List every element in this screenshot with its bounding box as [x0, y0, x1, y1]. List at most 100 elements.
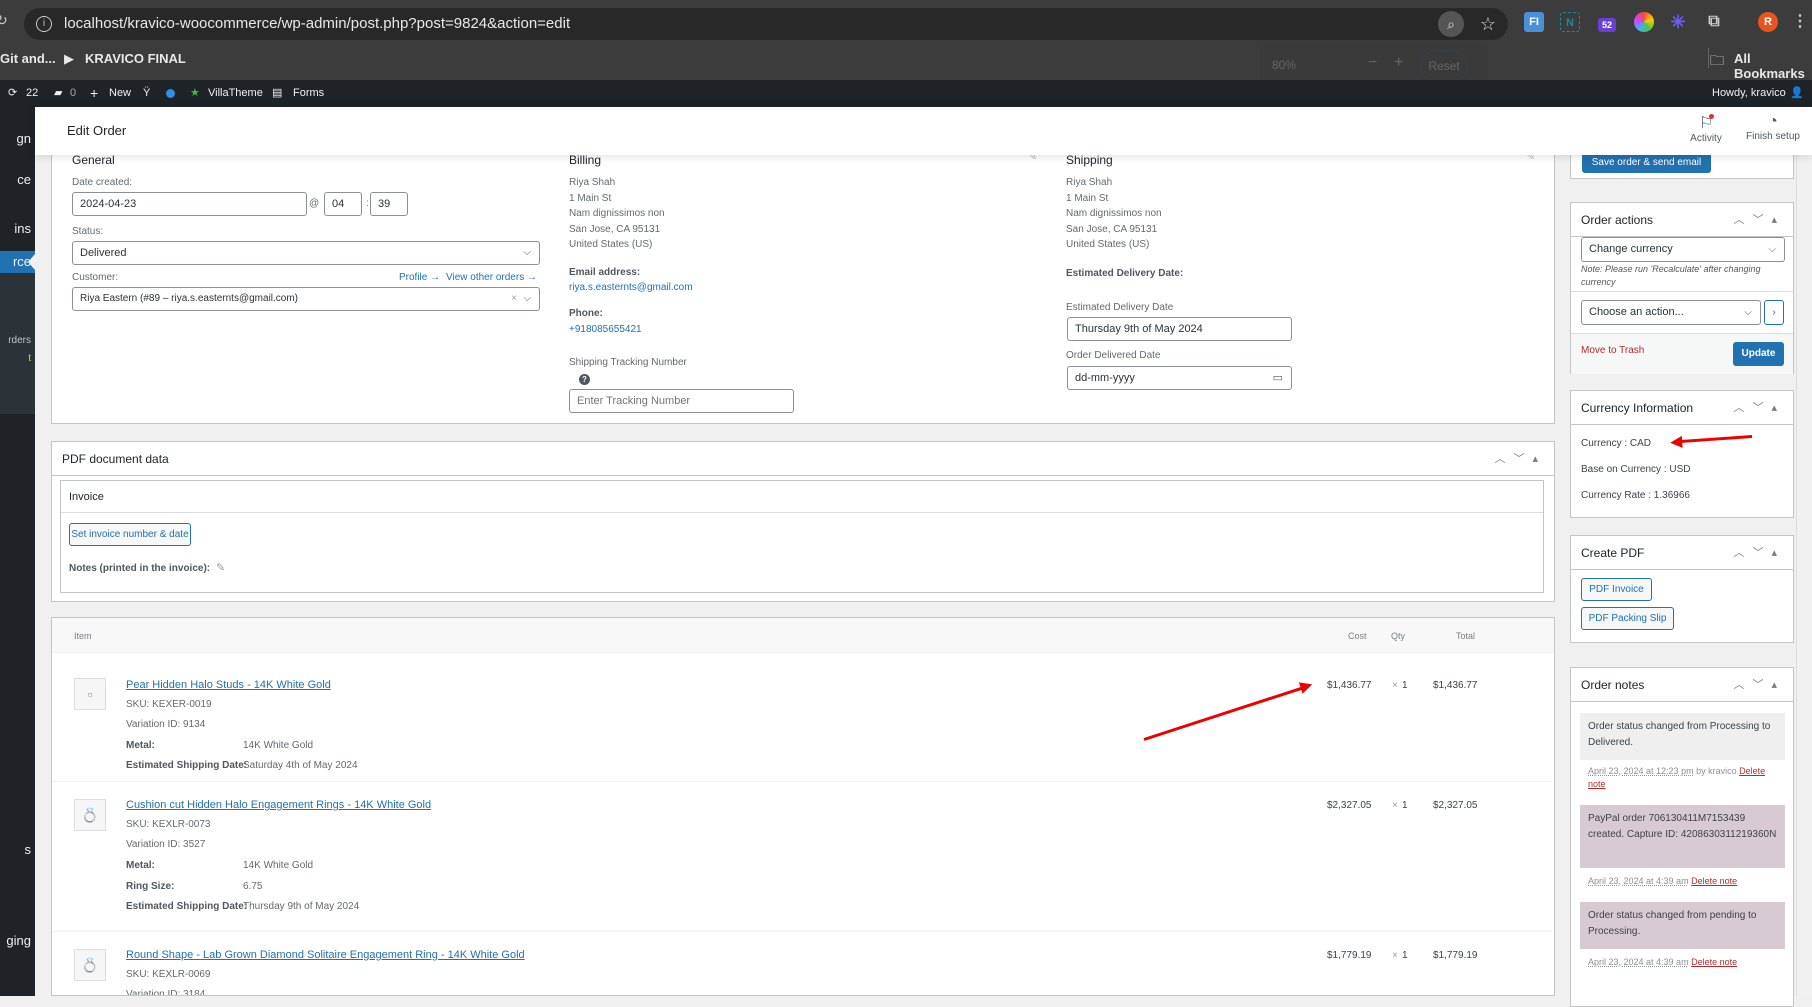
hour-input[interactable]: 04	[324, 192, 362, 216]
submenu-bg	[0, 254, 35, 414]
bookmark-folder-icon: ▶	[64, 51, 74, 66]
finish-setup-button[interactable]: ◔ Finish setup	[1741, 113, 1805, 142]
user-avatar-icon[interactable]: 👤	[1790, 80, 1804, 107]
item-qty: 1	[1402, 950, 1408, 961]
status-select[interactable]: Delivered ⌵	[72, 241, 540, 265]
activity-button[interactable]: ⚐ Activity	[1683, 113, 1729, 144]
reload-icon[interactable]: ↻	[0, 12, 8, 29]
order-notes-header[interactable]: Order notes ︿﹀▴	[1571, 668, 1793, 702]
item-meta: Metal: 14K White Gold	[126, 860, 314, 871]
minute-input[interactable]: 39	[370, 192, 408, 216]
active-indicator	[28, 254, 35, 270]
email-link[interactable]: riya.s.easternts@gmail.com	[569, 282, 693, 293]
date-created-input[interactable]: 2024-04-23	[72, 192, 307, 216]
profile-avatar[interactable]: R	[1758, 12, 1778, 32]
chevron-down-icon: ⌵	[523, 293, 531, 304]
save-send-email-button[interactable]: Save order & send email	[1582, 152, 1711, 173]
site-info-icon[interactable]: i	[36, 16, 52, 32]
currency-rate-value: Currency Rate : 1.36966	[1581, 490, 1690, 501]
extensions-puzzle-icon[interactable]: ⧉	[1704, 12, 1724, 32]
create-pdf-header[interactable]: Create PDF ︿﹀▴	[1571, 536, 1793, 570]
extension-fi-icon[interactable]: FI	[1524, 12, 1544, 32]
order-note: PayPal order 706130411M7153439 created. …	[1580, 805, 1785, 868]
clear-icon[interactable]: ×	[511, 288, 517, 310]
product-link[interactable]: Pear Hidden Halo Studs - 14K White Gold	[126, 679, 331, 691]
move-to-trash-link[interactable]: Move to Trash	[1581, 345, 1644, 356]
order-actions-panel: Order actions ︿﹀▴ Change currency ⌵ Note:…	[1570, 202, 1794, 374]
tracking-number-input[interactable]	[569, 389, 794, 413]
pdf-invoice-button[interactable]: PDF Invoice	[1581, 578, 1652, 601]
currency-select[interactable]: Change currency ⌵	[1581, 237, 1785, 262]
note-meta: April 23, 2024 at 4:39 am Delete note	[1588, 957, 1738, 967]
extension-badge-icon[interactable]: 52	[1598, 18, 1616, 32]
extension-star-icon[interactable]: ✳	[1668, 12, 1688, 32]
howdy-user[interactable]: Howdy, kravico	[1712, 80, 1786, 107]
sidebar-item-sub[interactable]: t	[0, 353, 35, 364]
browser-menu-icon[interactable]: ⋮	[1790, 12, 1810, 32]
delete-note-link[interactable]: Delete note	[1691, 876, 1737, 886]
yoast-icon[interactable]: Ÿ	[143, 80, 150, 107]
est-delivery-input[interactable]: Thursday 9th of May 2024	[1067, 317, 1292, 341]
sidebar-item-orders[interactable]: rders	[0, 335, 35, 346]
sidebar-item-s[interactable]: s	[0, 842, 35, 857]
item-total: $1,436.77	[1433, 680, 1478, 691]
order-actions-header[interactable]: Order actions ︿﹀▴	[1571, 203, 1793, 237]
pdf-data-header[interactable]: PDF document data ︿﹀▴	[52, 442, 1554, 476]
page-scrollbar[interactable]	[1796, 107, 1812, 996]
currency-note: Note: Please run 'Recalculate' after cha…	[1581, 264, 1761, 287]
delete-note-link[interactable]: Delete note	[1691, 957, 1737, 967]
calendar-icon[interactable]: ▭	[1273, 367, 1283, 389]
view-other-orders-link[interactable]: View other orders →	[446, 272, 537, 283]
update-button[interactable]: Update	[1733, 342, 1784, 366]
sidebar-item-commerce[interactable]: ce	[0, 172, 35, 187]
forms-icon: ▤	[272, 87, 283, 99]
phone-link[interactable]: +918085655421	[569, 324, 642, 335]
action-select[interactable]: Choose an action... ⌵	[1581, 300, 1761, 325]
delivered-date-input[interactable]: dd-mm-yyyy ▭	[1067, 366, 1292, 390]
address-bar[interactable]: i localhost/kravico-woocommerce/wp-admin…	[24, 8, 1508, 40]
sidebar-item-plugins[interactable]: ins	[0, 221, 35, 236]
customer-select[interactable]: Riya Eastern (#89 – riya.s.easternts@gma…	[72, 287, 540, 311]
flag-icon: ⚐	[1698, 114, 1714, 132]
updates-icon[interactable]: ⟳	[8, 80, 17, 107]
zoom-out-button[interactable]: −	[1368, 54, 1377, 72]
help-icon[interactable]: ?	[579, 374, 590, 385]
est-delivery-label: Estimated Delivery Date	[1066, 302, 1174, 313]
comments-count[interactable]: 0	[70, 80, 76, 107]
product-link[interactable]: Cushion cut Hidden Halo Engagement Rings…	[126, 799, 431, 811]
customer-value: Riya Eastern (#89 – riya.s.easternts@gma…	[80, 293, 299, 304]
panel-controls[interactable]: ︿﹀▴	[1733, 536, 1785, 570]
villatheme-menu[interactable]: VillaTheme	[208, 80, 263, 107]
sidebar-item-design[interactable]: gn	[0, 131, 35, 146]
panel-controls[interactable]: ︿﹀▴	[1733, 391, 1785, 425]
panel-controls[interactable]: ︿﹀▴	[1733, 203, 1785, 237]
base-currency-value: Base on Currency : USD	[1581, 464, 1691, 475]
edit-notes-icon[interactable]: ✎	[216, 561, 225, 574]
profile-link[interactable]: Profile →	[399, 272, 440, 283]
bookmark-git[interactable]: Git and...	[0, 51, 56, 66]
all-bookmarks[interactable]: All Bookmarks	[1734, 51, 1812, 81]
set-invoice-button[interactable]: Set invoice number & date	[69, 523, 191, 546]
sidebar-item-logging[interactable]: ging	[0, 933, 35, 948]
invoice-box: Invoice Set invoice number & date Notes …	[60, 480, 1544, 593]
currency-info-header[interactable]: Currency Information ︿﹀▴	[1571, 391, 1793, 425]
forms-menu[interactable]: Forms	[293, 80, 324, 107]
zoom-icon[interactable]: ⌕	[1438, 11, 1464, 37]
zoom-reset-button[interactable]: Reset	[1420, 50, 1468, 82]
zoom-in-button[interactable]: +	[1394, 54, 1403, 72]
product-link[interactable]: Round Shape - Lab Grown Diamond Solitair…	[126, 949, 525, 961]
panel-controls[interactable]: ︿﹀▴	[1733, 668, 1785, 702]
extension-n-icon[interactable]: N	[1560, 12, 1580, 32]
comments-icon[interactable]: ▰	[54, 80, 62, 107]
shipping-address: Riya Shah 1 Main St Nam dignissimos non San…	[1066, 177, 1162, 250]
pdf-packing-slip-button[interactable]: PDF Packing Slip	[1581, 607, 1674, 630]
bookmark-star-icon[interactable]: ☆	[1480, 8, 1496, 40]
bookmark-kravico[interactable]: KRAVICO FINAL	[85, 51, 186, 66]
updates-count[interactable]: 22	[26, 80, 38, 107]
panel-controls[interactable]: ︿﹀▴	[1494, 442, 1546, 476]
apply-action-button[interactable]: ›	[1764, 300, 1784, 325]
extension-color-icon[interactable]	[1634, 12, 1654, 32]
new-menu[interactable]: New	[109, 80, 131, 107]
item-total: $1,779.19	[1433, 950, 1478, 961]
url-text[interactable]: localhost/kravico-woocommerce/wp-admin/p…	[64, 15, 570, 32]
